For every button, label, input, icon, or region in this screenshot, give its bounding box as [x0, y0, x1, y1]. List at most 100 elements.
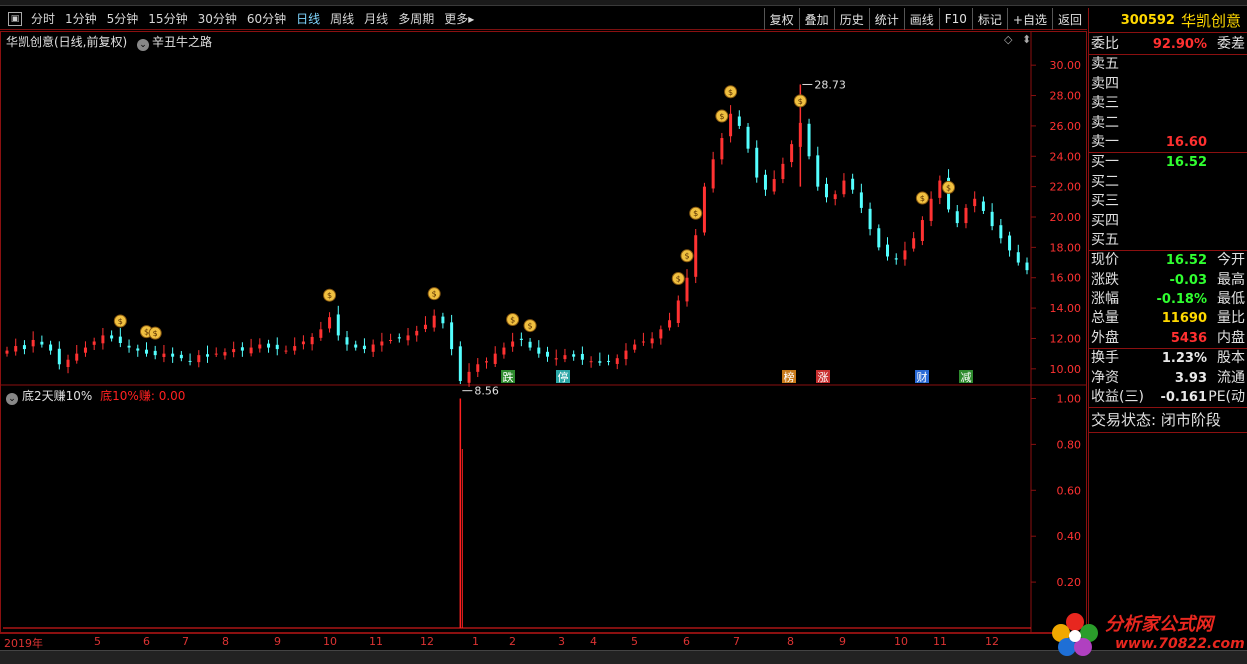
kline-chart[interactable]: 30.00 28.00 26.00 24.00 22.00 20.00 18.00 16.00…: [1, 32, 1086, 632]
stat-label2: 股本: [1217, 350, 1245, 367]
toolbar-button[interactable]: 历史: [833, 8, 869, 30]
candle-body: [920, 220, 924, 241]
candle-body: [118, 336, 122, 344]
toolbar-button[interactable]: 统计: [868, 8, 904, 30]
stat-label: 涨跌: [1091, 271, 1119, 288]
stat-label2: 最低: [1217, 291, 1245, 308]
period-tab[interactable]: 多周期: [393, 10, 439, 27]
y-tick-label: 28.00: [1050, 90, 1082, 103]
y-tick-label: 30.00: [1050, 59, 1082, 72]
money-bag-icon: $: [724, 85, 738, 99]
period-tab[interactable]: 更多▸: [439, 10, 479, 27]
candle-body: [258, 344, 262, 349]
stat-row: 外盘 5436 内盘: [1089, 329, 1247, 348]
stat-value: -0.03: [1169, 272, 1207, 288]
sub-series-value: 0.00: [158, 389, 186, 403]
stat-row: 涨幅 -0.18% 最低: [1089, 290, 1247, 309]
money-bag-icon: $: [715, 109, 729, 123]
toolbar-right-buttons: 复权 叠加 历史 统计 画线 F10 标记 +自选 返回: [763, 8, 1087, 30]
candle-body: [868, 208, 872, 230]
candle-body: [546, 351, 550, 357]
candle-body: [842, 180, 846, 195]
toolbar-button[interactable]: 复权: [763, 8, 799, 30]
diamond-icon[interactable]: ◇: [1004, 33, 1012, 46]
candle-body: [624, 350, 628, 360]
period-tab[interactable]: 周线: [325, 10, 359, 27]
indicator-menu-icon[interactable]: ⌄: [137, 39, 150, 51]
toolbar-button[interactable]: +自选: [1006, 8, 1052, 30]
stock-code: 300592: [1120, 12, 1175, 28]
candle-body: [659, 329, 663, 339]
candle-body: [641, 341, 645, 343]
period-tab[interactable]: 5分钟: [102, 10, 144, 27]
candle-body: [101, 335, 105, 344]
candle-body: [589, 361, 593, 363]
sell3-label: 卖三: [1091, 95, 1119, 112]
period-tab[interactable]: 30分钟: [193, 10, 242, 27]
y-tick-label: 14.00: [1050, 302, 1082, 315]
stat-row: 收益(三) -0.161 PE(动: [1089, 388, 1247, 407]
period-tab[interactable]: 分时: [26, 10, 60, 27]
svg-text:$: $: [432, 290, 437, 299]
candle-body: [554, 358, 558, 360]
time-axis-label: 7: [182, 635, 189, 648]
candle-body: [14, 346, 18, 352]
watermark-text: 分析家公式网: [1105, 614, 1213, 635]
sub-y-tick-label: 0.40: [1057, 530, 1082, 543]
candle-body: [197, 355, 201, 363]
time-axis-label: 7: [733, 635, 740, 648]
time-axis-label: 9: [274, 635, 281, 648]
svg-text:$: $: [327, 291, 332, 300]
event-marker: 停: [558, 370, 569, 384]
stats-block: 现价 16.52 今开 涨跌 -0.03 最高 涨幅 -0.18% 最低 总量 11690 量比 外盘 5…: [1089, 251, 1247, 348]
candle-body: [362, 345, 366, 350]
candle-body: [275, 344, 279, 350]
stat-value: 16.52: [1165, 253, 1207, 269]
period-tab[interactable]: 1分钟: [60, 10, 102, 27]
candle-body: [380, 341, 384, 346]
buy5-label: 买五: [1091, 231, 1119, 248]
stat-label2: 内盘: [1217, 329, 1245, 346]
y-tick-label: 22.00: [1050, 181, 1082, 194]
buy4-label: 买四: [1091, 212, 1119, 229]
candle-body: [755, 147, 759, 178]
sell1-label: 卖一: [1091, 133, 1119, 150]
candle-body: [519, 338, 523, 340]
toolbar-button[interactable]: F10: [938, 8, 972, 30]
candle-body: [458, 346, 462, 381]
stat-label2: 量比: [1217, 310, 1245, 327]
candle-body: [781, 163, 785, 180]
period-tab[interactable]: 日线: [291, 10, 325, 27]
candle-body: [328, 317, 332, 329]
candle-body: [668, 320, 672, 328]
stat-row: 换手 1.23% 股本: [1089, 349, 1247, 368]
scale-icon[interactable]: ⬍: [1022, 33, 1031, 46]
layout-toggle-icon[interactable]: ▣: [8, 11, 22, 26]
toolbar-button[interactable]: 返回: [1051, 8, 1087, 30]
sub-indicator-name[interactable]: 底2天赚10%: [22, 389, 92, 403]
indicator-name[interactable]: 辛丑牛之路: [152, 35, 212, 49]
stat-row: 现价 16.52 今开: [1089, 251, 1247, 270]
candle-body: [964, 207, 968, 224]
candle-body: [929, 198, 933, 221]
svg-text:$: $: [676, 275, 681, 284]
stat-value: 11690: [1161, 311, 1207, 327]
svg-text:$: $: [920, 194, 925, 203]
toolbar-button[interactable]: 画线: [903, 8, 939, 30]
sell2-label: 卖二: [1091, 114, 1119, 131]
period-tab[interactable]: 60分钟: [242, 10, 291, 27]
period-tab[interactable]: 15分钟: [143, 10, 192, 27]
period-tab[interactable]: 月线: [359, 10, 393, 27]
candle-body: [824, 183, 828, 198]
candle-body: [293, 346, 297, 351]
candle-body: [607, 360, 611, 362]
toolbar-button[interactable]: 标记: [971, 8, 1007, 30]
money-bag-icon: $: [323, 288, 337, 302]
svg-text:$: $: [798, 97, 803, 106]
sub-indicator-menu-icon[interactable]: ⌄: [6, 393, 18, 405]
candle-body: [232, 349, 236, 353]
toolbar-button[interactable]: 叠加: [798, 8, 834, 30]
quote-header: 300592 华凯创意: [1089, 8, 1247, 33]
candle-body: [903, 250, 907, 260]
time-axis-label: 11: [933, 635, 947, 648]
